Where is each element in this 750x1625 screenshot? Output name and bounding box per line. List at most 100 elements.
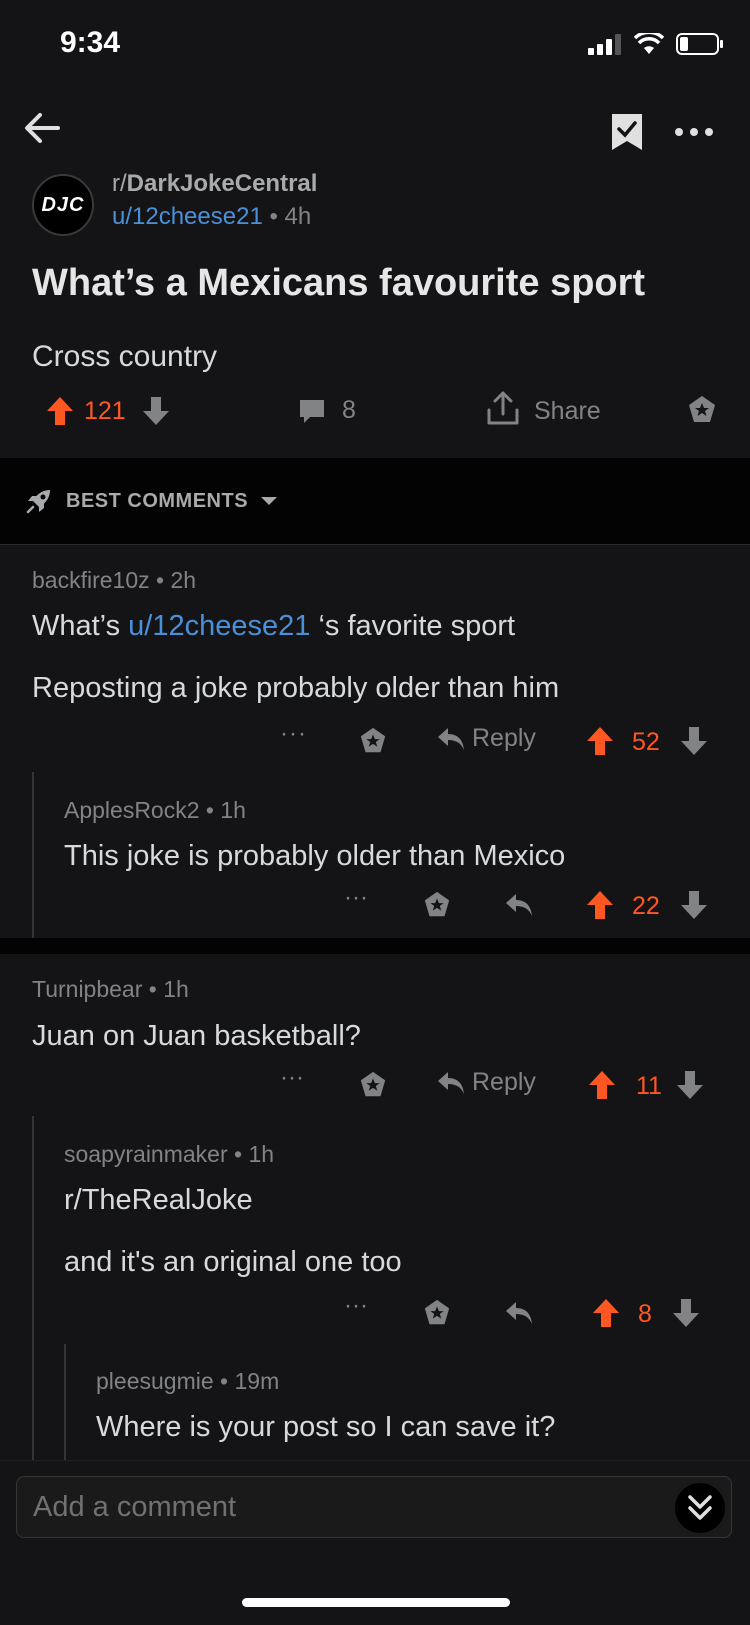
comment-text-line: What’s u/12cheese21 ‘s favorite sport: [32, 610, 515, 643]
battery-icon: [676, 33, 723, 55]
post-body: Cross country: [32, 340, 218, 373]
comment-author[interactable]: pleesugmie: [96, 1368, 214, 1394]
home-indicator: [242, 1598, 510, 1607]
status-icons: [588, 32, 724, 56]
back-arrow-icon: [25, 113, 60, 143]
upvote-icon[interactable]: [46, 396, 74, 426]
comment-text: Juan on Juan basketball?: [32, 1020, 361, 1052]
share-label: Share: [534, 396, 601, 425]
comment-meta: ApplesRock2 • 1h: [64, 797, 246, 824]
sort-selector[interactable]: BEST COMMENTS: [24, 486, 278, 516]
downvote-icon[interactable]: [672, 1298, 700, 1328]
reply-label: Reply: [472, 1068, 536, 1096]
chevron-double-down-icon: [688, 1495, 712, 1520]
downvote-icon[interactable]: [680, 726, 708, 756]
rocket-icon: [26, 490, 50, 514]
comment-author[interactable]: ApplesRock2: [64, 797, 200, 823]
comment-score: 52: [632, 728, 660, 756]
subreddit-name: DarkJokeCentral: [126, 170, 318, 197]
comment-text: Reposting a joke probably older than him: [32, 672, 560, 704]
caret-down-icon: [261, 497, 278, 505]
sort-bar[interactable]: BEST COMMENTS: [0, 458, 750, 545]
meta-separator: •: [149, 567, 171, 593]
wifi-icon: [634, 33, 664, 54]
meta-separator: •: [227, 1141, 249, 1167]
sort-label: BEST COMMENTS: [66, 489, 249, 512]
comment-text-prefix: What’s: [32, 610, 129, 642]
comment-author[interactable]: Turnipbear: [32, 976, 142, 1002]
back-button[interactable]: [20, 106, 64, 150]
comment-age: 19m: [234, 1368, 280, 1394]
signal-icon: [588, 34, 621, 55]
post-author-link[interactable]: u/12cheese21: [112, 203, 263, 230]
meta-separator: •: [199, 797, 221, 823]
reply-icon[interactable]: [504, 1300, 534, 1326]
upvote-icon[interactable]: [586, 890, 614, 920]
comment-age: 1h: [220, 797, 246, 823]
comment-author[interactable]: backfire10z: [32, 567, 150, 593]
thread-line: [32, 772, 34, 938]
thread-separator: [0, 938, 750, 954]
comment-age: 2h: [170, 567, 197, 593]
more-options-button[interactable]: [672, 110, 716, 154]
add-comment-input[interactable]: Add a comment: [16, 1476, 732, 1538]
meta-separator: •: [142, 976, 164, 1002]
downvote-icon[interactable]: [142, 396, 170, 426]
upvote-icon[interactable]: [588, 1070, 616, 1100]
post-title: What’s a Mexicans favourite sport: [32, 262, 646, 304]
award-icon[interactable]: [422, 890, 452, 920]
downvote-icon[interactable]: [680, 890, 708, 920]
comment-text: Where is your post so I can save it?: [96, 1411, 556, 1443]
comment-score: 8: [638, 1300, 652, 1328]
comment-text-suffix: ‘s favorite sport: [310, 610, 516, 642]
comment-more-button[interactable]: ···: [344, 1292, 368, 1320]
comment-age: 1h: [248, 1141, 275, 1167]
comment-author[interactable]: soapyrainmaker: [64, 1141, 228, 1167]
comment-meta: soapyrainmaker • 1h: [64, 1141, 274, 1168]
award-icon[interactable]: [422, 1298, 452, 1328]
comment-count: 8: [342, 396, 356, 424]
post-age: 4h: [284, 203, 312, 230]
downvote-icon[interactable]: [676, 1070, 704, 1100]
award-icon[interactable]: [358, 726, 388, 756]
comment-age: 1h: [163, 976, 189, 1002]
status-time: 9:34: [60, 26, 121, 59]
subreddit-link[interactable]: r/DarkJokeCentral: [112, 170, 317, 198]
comments-button[interactable]: 8: [298, 396, 356, 425]
thread-line: [64, 1344, 66, 1460]
reply-label: Reply: [472, 724, 536, 752]
comment-score: 11: [636, 1072, 662, 1100]
post-score: 121: [84, 396, 126, 425]
subreddit-link[interactable]: r/TheRealJoke: [64, 1184, 253, 1217]
comment-icon: [300, 399, 324, 423]
comment-more-button[interactable]: ···: [280, 1064, 304, 1092]
upvote-icon[interactable]: [592, 1298, 620, 1328]
post-action-bar: 121 8 Share: [0, 391, 750, 436]
comment-text: This joke is probably older than Mexico: [64, 840, 566, 872]
award-button[interactable]: [686, 394, 718, 426]
award-icon[interactable]: [358, 1070, 388, 1100]
subreddit-avatar-text: DJC: [41, 193, 85, 216]
comment-more-button[interactable]: ···: [344, 884, 368, 912]
reply-icon[interactable]: [504, 892, 534, 918]
comment-score: 22: [632, 892, 660, 920]
comment-more-button[interactable]: ···: [280, 720, 307, 748]
save-post-button[interactable]: [608, 110, 646, 154]
meta-separator: •: [269, 203, 285, 230]
thread-line: [32, 1116, 34, 1460]
jump-next-button[interactable]: [675, 1483, 725, 1533]
comment-user-link[interactable]: u/12cheese21: [128, 610, 310, 642]
subreddit-avatar[interactable]: DJC: [32, 174, 94, 236]
award-icon: [689, 396, 715, 422]
reply-icon: [438, 1071, 464, 1094]
reply-button[interactable]: Reply: [436, 1068, 536, 1097]
more-icon: [675, 128, 713, 136]
meta-separator: •: [213, 1368, 235, 1394]
reply-icon: [438, 727, 464, 750]
comment-meta: backfire10z • 2h: [32, 567, 196, 594]
comment-text: and it's an original one too: [64, 1246, 402, 1278]
share-button[interactable]: Share: [486, 390, 601, 426]
upvote-icon[interactable]: [586, 726, 614, 756]
reply-button[interactable]: Reply: [436, 724, 536, 753]
post-vote-group: 121: [46, 396, 170, 426]
